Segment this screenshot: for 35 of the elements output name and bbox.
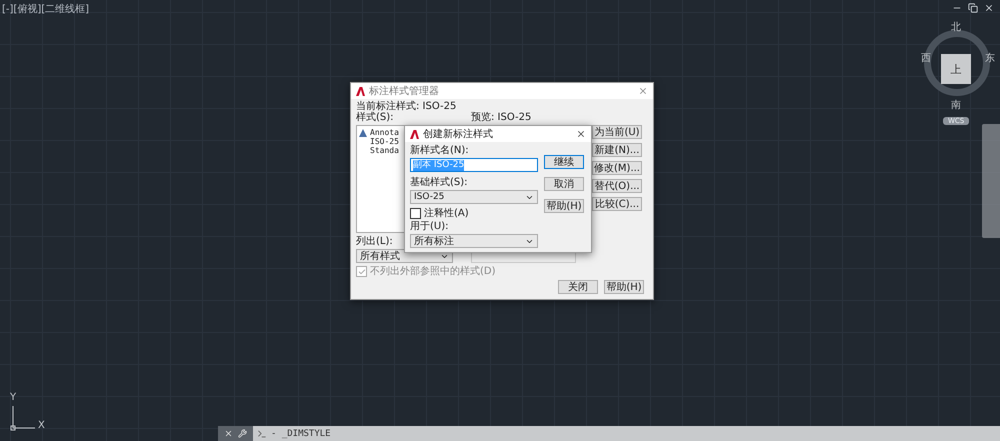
dialog-title: 创建新标注样式 [423,128,494,140]
style-item[interactable]: Standa [359,146,399,155]
dialog-button[interactable]: 比较(C)... [592,197,642,211]
dialog-title: 标注样式管理器 [369,86,440,96]
preview-label: 预览: ISO-25 [471,112,532,123]
dialog-button[interactable]: 为当前(U) [592,125,642,139]
list-label: 列出(L): [356,236,393,247]
style-item[interactable]: Annota [359,128,399,137]
x-axis-label: X [38,420,45,431]
base-style-label: 基础样式(S): [410,177,468,188]
checkbox-label: 不列出外部参照中的样式(D) [370,266,496,277]
dialog-button[interactable]: 继续 [544,155,584,169]
compass-north[interactable]: 北 [951,20,961,34]
use-for-dropdown[interactable]: 所有标注 [410,234,538,248]
compass-west[interactable]: 西 [921,51,931,65]
dialog-button[interactable]: 帮助(H) [604,280,644,294]
base-style-dropdown[interactable]: ISO-25 [410,190,538,204]
y-axis-label: Y [10,392,16,403]
name-label: 新样式名(N): [410,145,469,156]
view-cube-face[interactable]: 上 [941,54,971,84]
dialog-button[interactable]: 取消 [544,177,584,191]
use-for-label: 用于(U): [410,221,448,232]
viewport-controls-label[interactable]: [-][俯视][二维线框] [2,2,90,16]
dialog-button[interactable]: 帮助(H) [544,199,584,213]
dialog-button[interactable]: 修改(M)... [592,161,642,175]
style-item[interactable]: ISO-25 [359,137,399,146]
dialog-button[interactable]: 关闭 [558,280,598,294]
compass-east[interactable]: 东 [985,51,995,65]
dialog-button[interactable]: 新建(N)... [592,143,642,157]
compass-south[interactable]: 南 [951,98,961,112]
checkbox-label: 注释性(A) [424,208,469,219]
styles-label: 样式(S): [356,112,394,123]
current-style-label: 当前标注样式: ISO-25 [356,101,456,112]
command-text[interactable]: - _DIMSTYLE [271,428,331,438]
dialog-button[interactable]: 替代(O)... [592,179,642,193]
